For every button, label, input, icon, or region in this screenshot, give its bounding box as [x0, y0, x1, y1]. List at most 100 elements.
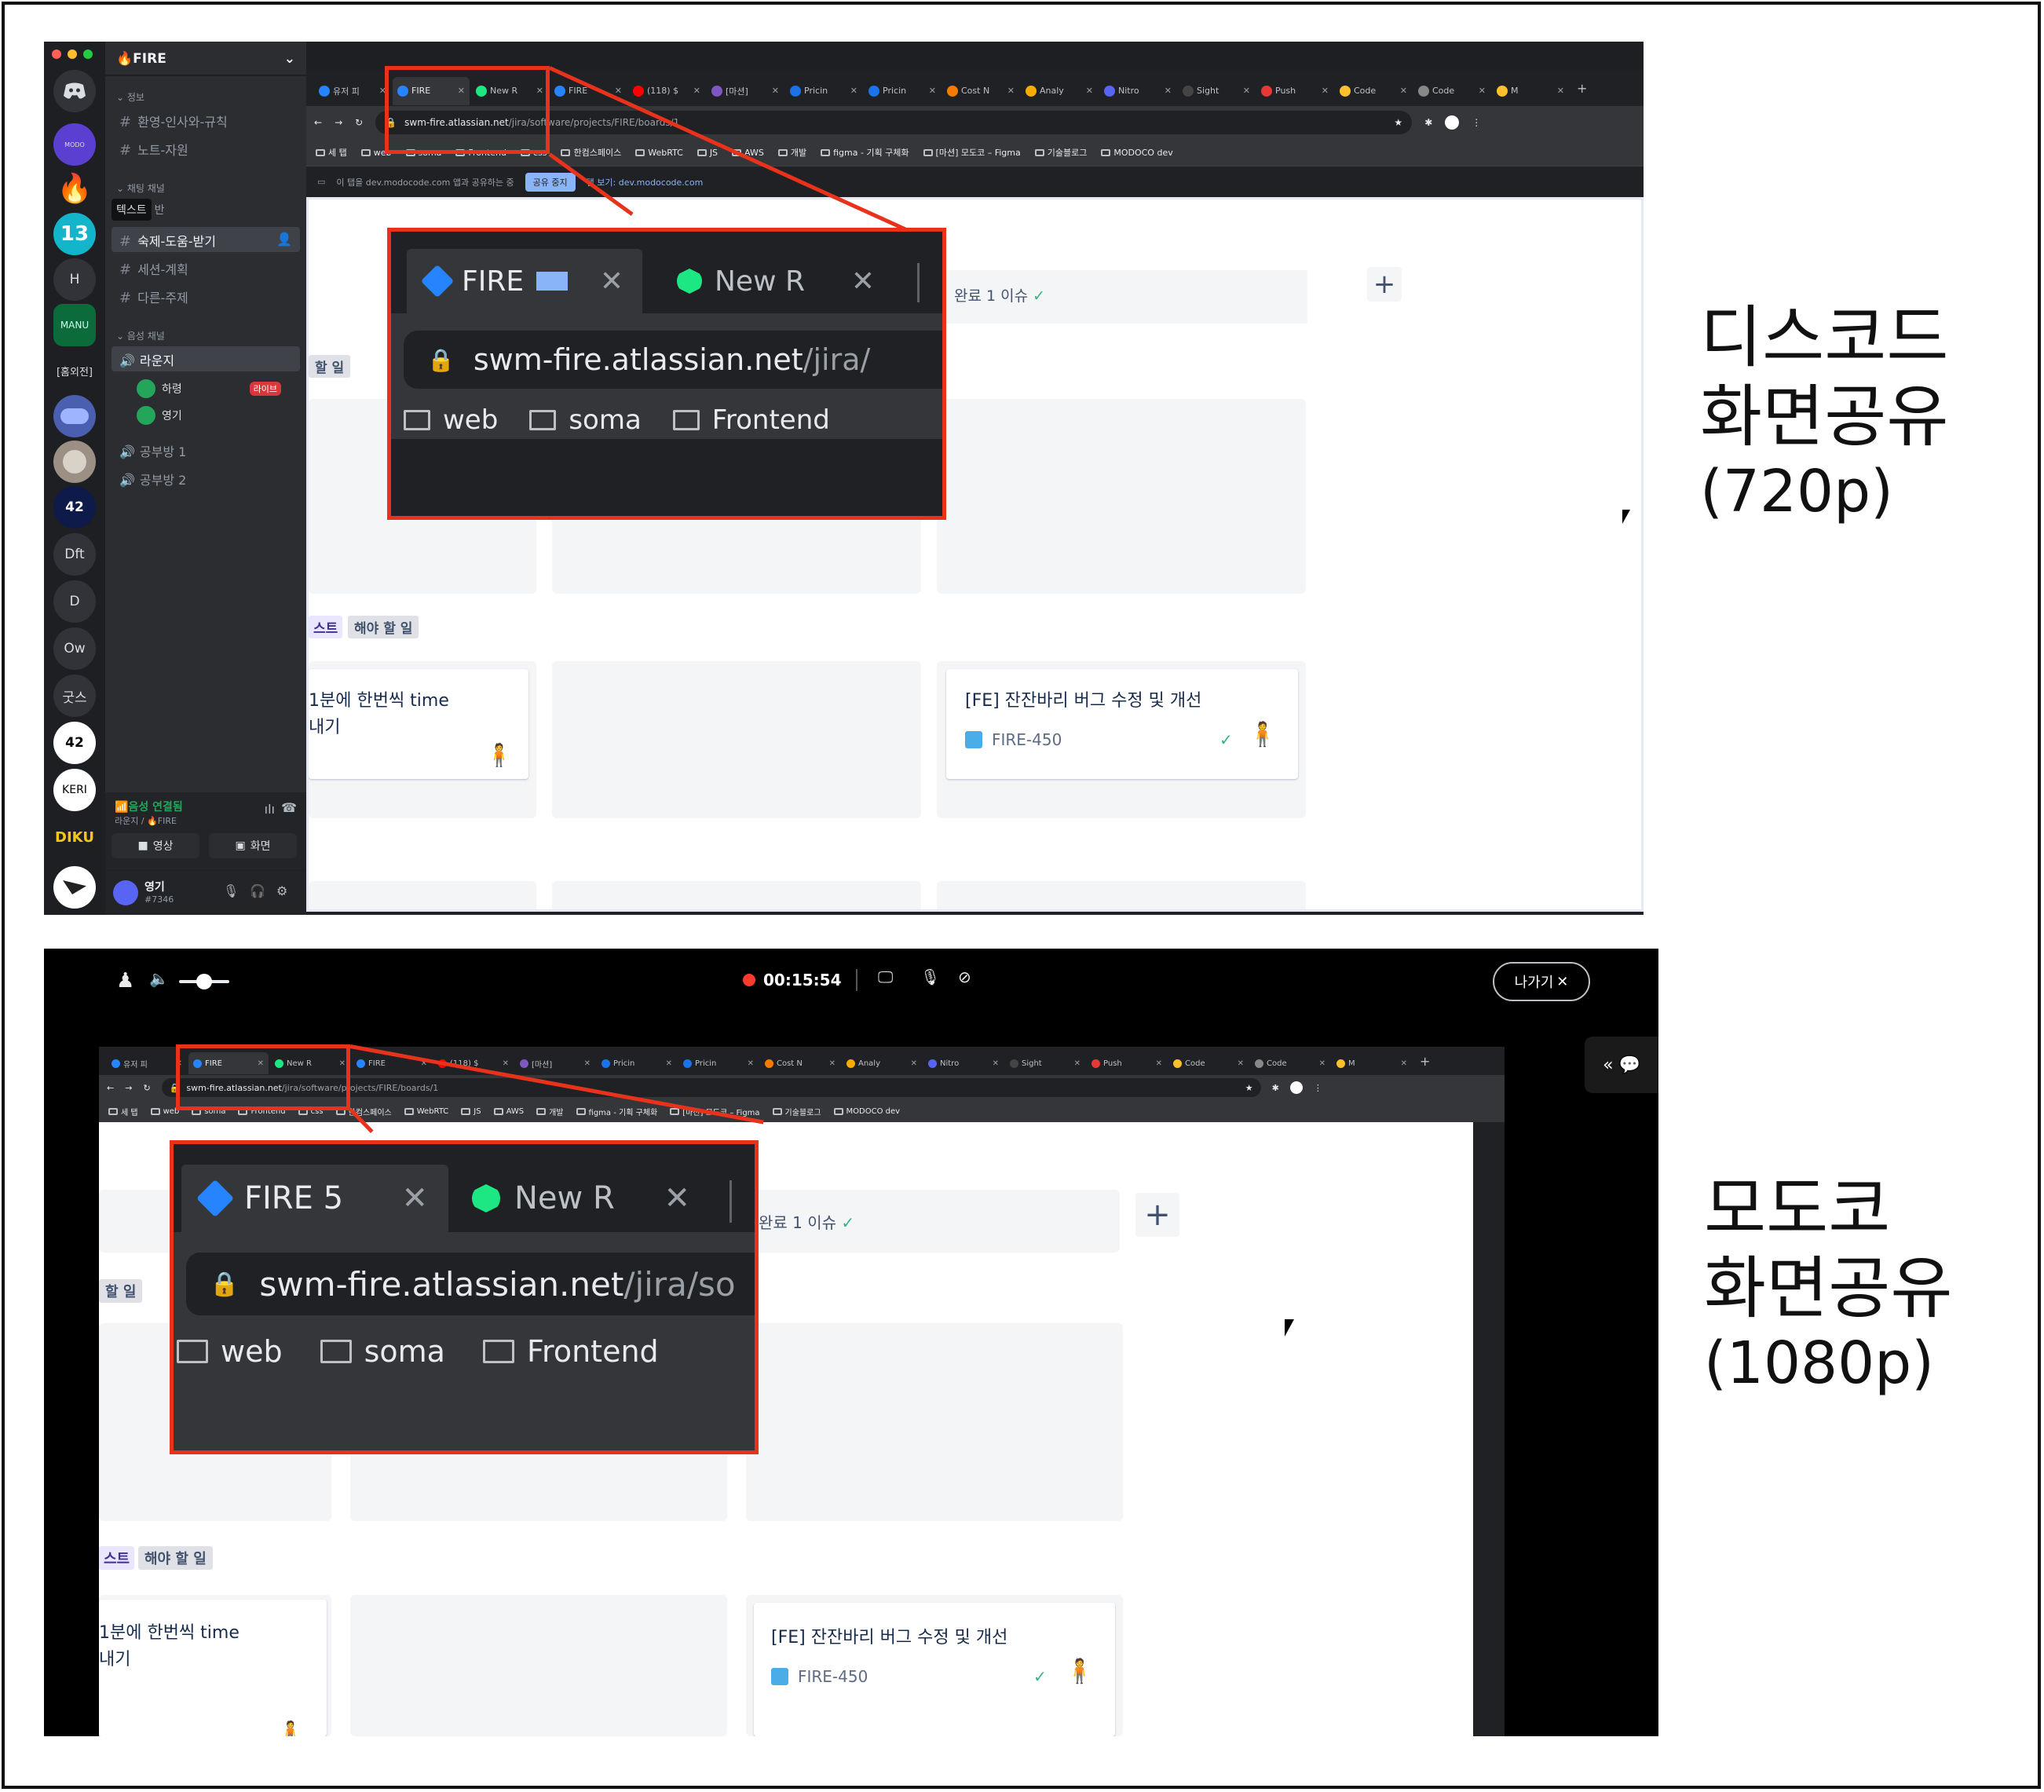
close-dot-icon[interactable] — [52, 49, 61, 59]
browser-tab[interactable]: (118) $ ✕ — [628, 77, 705, 105]
close-tab-icon[interactable]: ✕ — [993, 1059, 999, 1068]
reload-icon[interactable]: ↻ — [143, 1083, 150, 1093]
disconnect-icon[interactable]: ☎ — [281, 800, 297, 815]
reload-icon[interactable]: ↻ — [355, 117, 363, 128]
close-tab-icon[interactable]: ✕ — [1322, 86, 1329, 96]
avatar[interactable] — [113, 880, 138, 905]
browser-tab[interactable]: Push ✕ — [1087, 1052, 1167, 1074]
bookmark-item[interactable]: 개발 — [777, 146, 806, 159]
bookmark-item[interactable]: WebRTC — [635, 148, 683, 158]
server-icon-42-galaxy[interactable]: 42 — [53, 486, 96, 528]
browser-tab[interactable]: Code ✕ — [1168, 1052, 1249, 1074]
discord-home-icon[interactable] — [53, 70, 96, 112]
issue-card[interactable]: [FE] 잔잔바리 버그 수정 및 개선 FIRE-450 ✓ 🧍 — [754, 1603, 1115, 1736]
address-bar[interactable]: 🔒 swm-fire.atlassian.net/jira/so — [186, 1253, 755, 1315]
browser-tab[interactable]: Analy ✕ — [1021, 77, 1098, 105]
bookmark-item[interactable]: figma - 기획 구체화 — [576, 1106, 657, 1117]
server-icon-bird[interactable] — [53, 866, 96, 909]
add-column-button[interactable]: + — [1135, 1193, 1179, 1237]
close-tab-icon[interactable]: ✕ — [748, 1059, 754, 1068]
browser-tab[interactable]: Pricin ✕ — [597, 1052, 677, 1074]
browser-tab[interactable]: [마션] ✕ — [515, 1052, 595, 1074]
extensions-icon[interactable]: ✱ — [1272, 1083, 1279, 1093]
forward-icon[interactable]: → — [125, 1083, 132, 1093]
server-icon-h[interactable]: H — [53, 258, 96, 301]
channel-homework[interactable]: # 숙제-도움-받기 👤 — [112, 227, 300, 252]
star-icon[interactable]: ★ — [1245, 1083, 1253, 1093]
screen-share-button[interactable]: ▣ 화면 — [209, 833, 297, 858]
close-tab-icon[interactable]: ✕ — [1243, 86, 1250, 96]
browser-tab[interactable]: Analy ✕ — [842, 1052, 922, 1074]
close-tab-icon[interactable]: ✕ — [503, 1059, 509, 1068]
address-bar[interactable]: 🔒 swm-fire.atlassian.net/jira/ — [404, 331, 942, 389]
close-tab-icon[interactable]: ✕ — [850, 86, 857, 96]
back-icon[interactable]: ← — [314, 117, 322, 128]
settings-gear-icon[interactable]: ⚙ — [276, 883, 287, 898]
server-icon-d[interactable]: D — [53, 580, 96, 623]
issue-card[interactable]: [FE] 잔잔바리 버그 수정 및 개선 FIRE-450 ✓ 🧍 — [946, 669, 1298, 779]
bookmark-item[interactable]: web — [150, 1107, 179, 1116]
browser-tab[interactable]: Sight ✕ — [1005, 1052, 1085, 1074]
close-tab-icon[interactable]: ✕ — [584, 1059, 591, 1068]
open-chat-panel-button[interactable]: « 💬 — [1585, 1037, 1658, 1093]
category-chat[interactable]: ⌄ 채팅 채널 — [116, 181, 165, 195]
bookmark-item[interactable]: Frontend — [482, 1334, 659, 1369]
profile-avatar-icon[interactable] — [1445, 115, 1460, 130]
slider-thumb[interactable] — [196, 974, 212, 989]
bookmark-item[interactable]: soma — [529, 404, 642, 436]
minimize-dot-icon[interactable] — [68, 49, 77, 59]
server-icon-keri[interactable]: KERI — [53, 769, 96, 811]
close-tab-icon[interactable]: ✕ — [1401, 1059, 1407, 1068]
close-tab-icon[interactable]: ✕ — [664, 1180, 690, 1216]
fire-server-icon[interactable]: 🔥 — [53, 167, 96, 210]
add-column-button[interactable]: + — [1367, 267, 1402, 302]
voice-channel-study2[interactable]: 🔊 공부방 2 — [112, 466, 300, 491]
issue-card[interactable]: 1분에 한번씩 time 내기 🧍 — [99, 1600, 327, 1736]
volume-slider[interactable] — [179, 974, 229, 989]
server-icon-ow[interactable]: Ow — [53, 627, 96, 670]
close-tab-icon[interactable]: ✕ — [1400, 86, 1407, 96]
tab-new-relic[interactable]: New R ✕ — [658, 249, 894, 313]
forward-icon[interactable]: → — [335, 117, 342, 128]
browser-tab[interactable]: M ✕ — [1492, 77, 1569, 105]
server-icon-dft[interactable]: Dft — [53, 533, 96, 576]
browser-tab[interactable]: Pricin ✕ — [785, 77, 862, 105]
profile-avatar-icon[interactable] — [1289, 1081, 1303, 1094]
bookmark-item[interactable]: 세 탭 — [316, 146, 347, 159]
close-tab-icon[interactable]: ✕ — [600, 265, 623, 298]
microphone-icon[interactable]: 🎙 — [223, 883, 239, 898]
leave-button[interactable]: 나가기 ✕ — [1493, 962, 1590, 1001]
star-icon[interactable]: ★ — [1394, 117, 1402, 128]
channel-notes[interactable]: # 노트-자원 — [112, 136, 300, 161]
screen-share-icon[interactable]: 🖵 — [878, 967, 893, 986]
close-tab-icon[interactable]: ✕ — [1319, 1059, 1325, 1068]
maximize-dot-icon[interactable] — [83, 49, 93, 59]
category-voice[interactable]: ⌄ 음성 채널 — [116, 329, 165, 342]
extensions-icon[interactable]: ✱ — [1424, 117, 1432, 128]
browser-tab[interactable]: Nitro ✕ — [923, 1052, 1004, 1074]
menu-icon[interactable]: ⋮ — [1314, 1083, 1322, 1093]
video-button[interactable]: ■ 영상 — [112, 833, 199, 858]
close-tab-icon[interactable]: ✕ — [772, 86, 779, 96]
server-icon-13[interactable]: 13 — [53, 213, 96, 255]
bookmark-item[interactable]: AWS — [493, 1107, 524, 1116]
server-icon-goods[interactable]: 굿스 — [53, 675, 96, 717]
browser-tab[interactable]: Push ✕ — [1256, 77, 1333, 105]
menu-icon[interactable]: ⋮ — [1472, 117, 1481, 128]
channel-other[interactable]: # 다른-주제 — [112, 283, 300, 309]
close-tab-icon[interactable]: ✕ — [1086, 86, 1093, 96]
bookmark-item[interactable]: WebRTC — [404, 1107, 448, 1116]
view-tab-link[interactable]: 탭 보기: dev.modocode.com — [587, 176, 704, 188]
tab-fire[interactable]: FIRE 5 ✕ — [181, 1165, 448, 1232]
bookmark-item[interactable]: Frontend — [672, 404, 830, 436]
bookmark-item[interactable]: 기술블로그 — [772, 1106, 821, 1117]
noise-suppression-icon[interactable]: ılı — [265, 802, 275, 817]
tab-new-relic[interactable]: New R ✕ — [452, 1165, 711, 1232]
close-tab-icon[interactable]: ✕ — [666, 1059, 672, 1068]
bookmark-item[interactable]: [마션] 모도코 – Figma — [923, 146, 1021, 159]
voice-user-yeonggi[interactable]: 영기 — [137, 406, 182, 425]
browser-tab[interactable]: M ✕ — [1332, 1052, 1412, 1074]
server-icon-diku[interactable]: DIKU — [53, 816, 96, 858]
category-info[interactable]: ⌄ 정보 — [116, 90, 144, 104]
browser-tab[interactable]: Cost N ✕ — [760, 1052, 840, 1074]
